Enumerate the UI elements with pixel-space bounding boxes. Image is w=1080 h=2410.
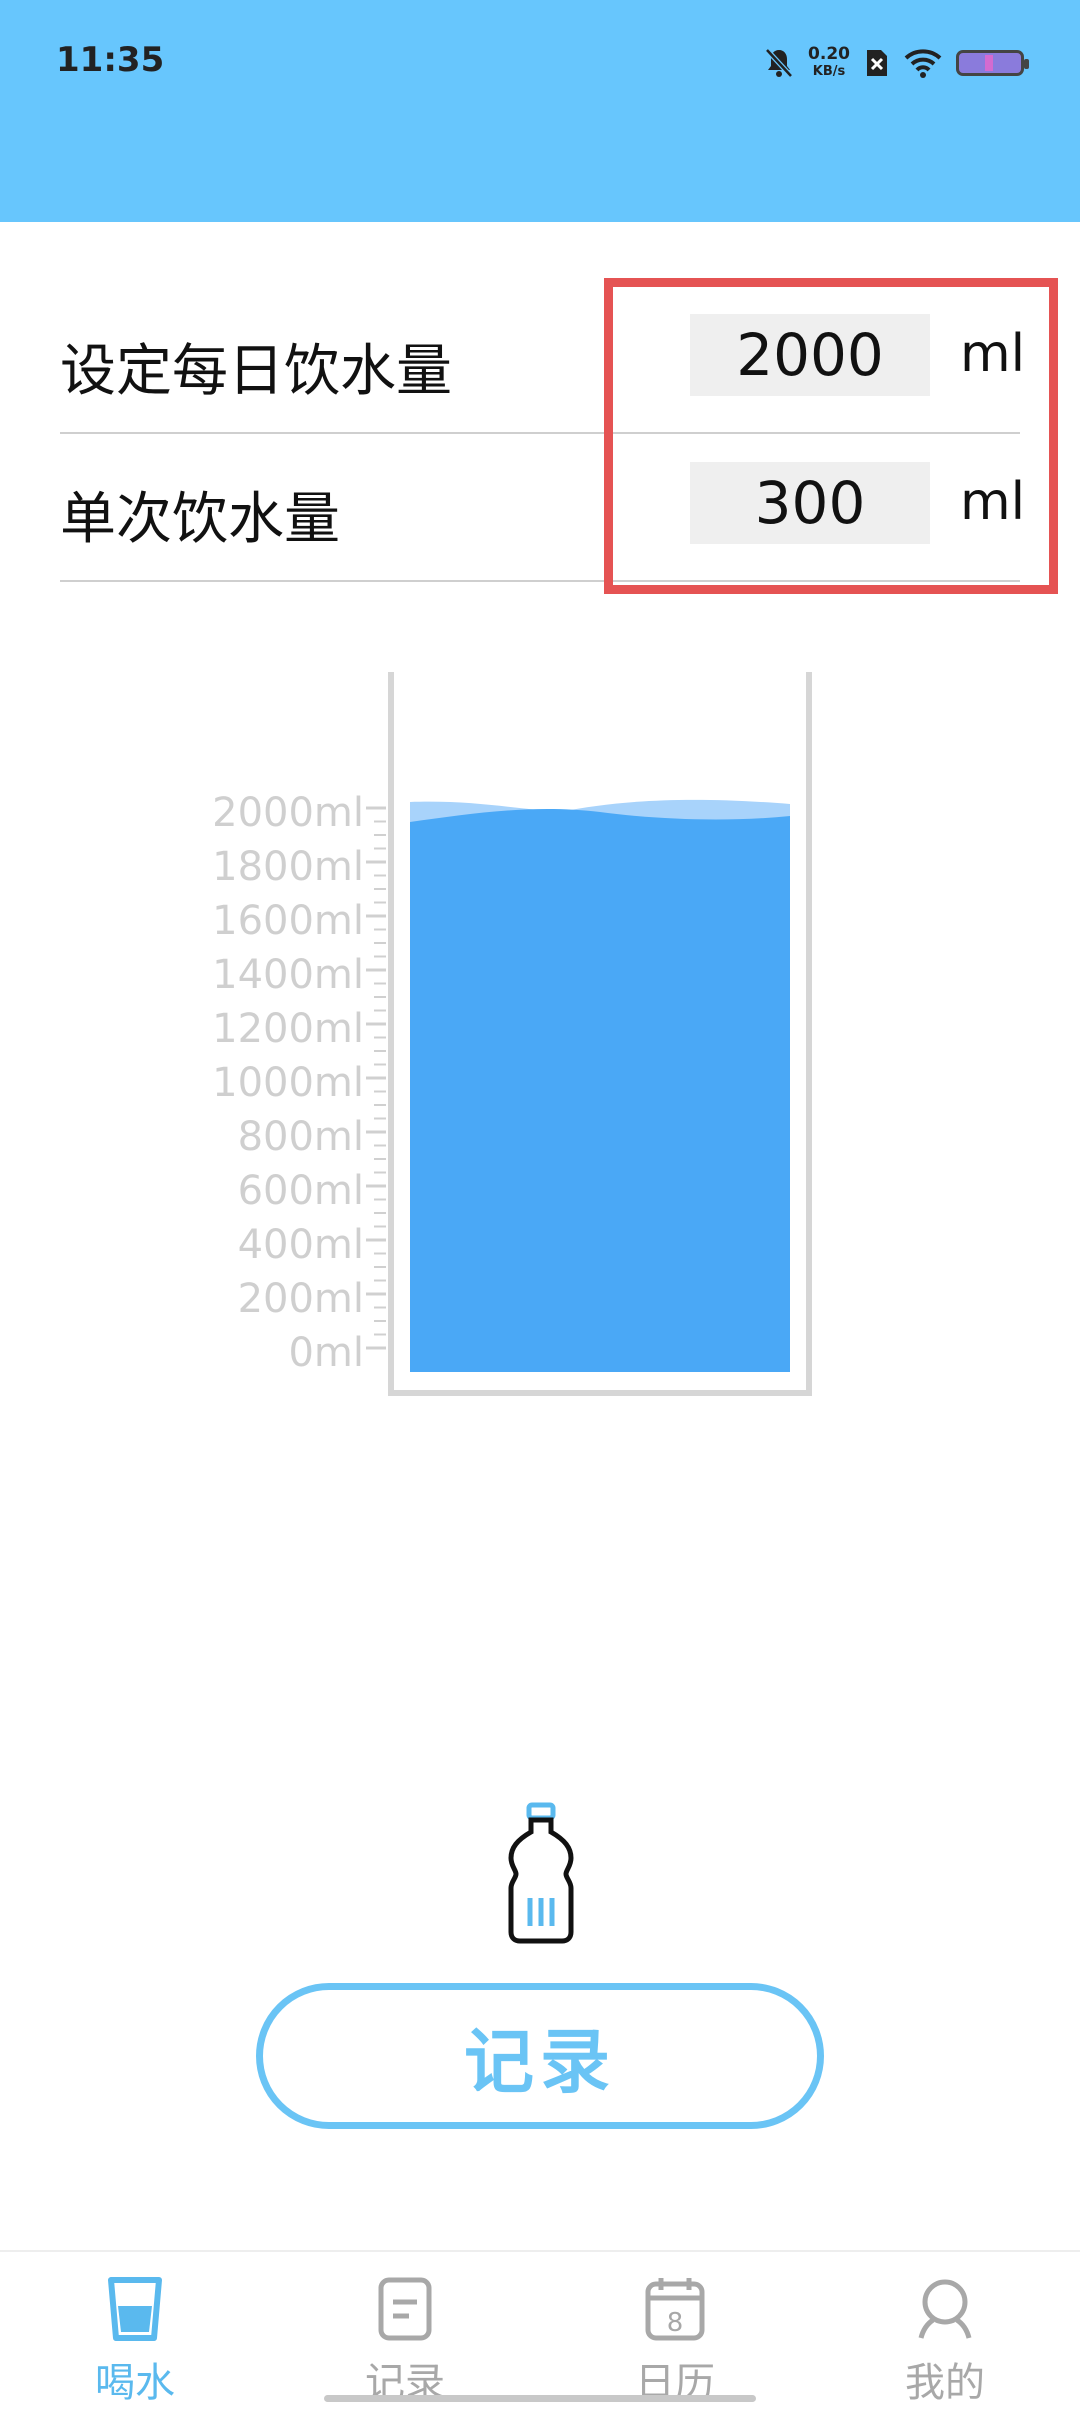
nav-item-drink[interactable]: 喝水 [45, 2276, 225, 2408]
scale-label-2000: 2000ml [212, 790, 364, 836]
daily-intake-label: 设定每日饮水量 [60, 339, 452, 404]
nav-label-drink: 喝水 [95, 2360, 175, 2406]
scale-label-1600: 1600ml [212, 898, 364, 944]
home-indicator[interactable] [324, 2395, 756, 2402]
scale-label-600: 600ml [237, 1168, 364, 1214]
cup-icon [108, 2277, 162, 2341]
nav-item-calendar[interactable]: 8 日历 [585, 2276, 765, 2408]
bell-muted-icon [765, 48, 793, 78]
scale-label-1200: 1200ml [212, 1006, 364, 1052]
network-speed: 0.20 KB/s [808, 44, 850, 80]
scale-ticks [366, 806, 386, 1350]
scale-label-1000: 1000ml [212, 1060, 364, 1106]
water-fill [410, 826, 790, 1372]
document-icon [378, 2277, 432, 2341]
calendar-day: 8 [667, 2308, 684, 2338]
nav-item-profile[interactable]: 我的 [855, 2276, 1035, 2408]
battery-icon [956, 50, 1029, 76]
wifi-icon [904, 49, 942, 78]
bottom-nav: 喝水 记录 8 日历 我的 [0, 2250, 1080, 2410]
scale-labels: 2000ml 1800ml 1600ml 1400ml 1200ml 1000m… [212, 790, 364, 1376]
highlight-box [604, 278, 1058, 594]
scale-label-1400: 1400ml [212, 952, 364, 998]
nav-label-profile: 我的 [905, 2360, 985, 2406]
bottle-icon [508, 1802, 574, 1944]
scale-label-0: 0ml [288, 1330, 364, 1376]
sim-icon [867, 50, 887, 76]
top-header: 11:35 0.20 KB/s [0, 0, 1080, 222]
scale-label-800: 800ml [237, 1114, 364, 1160]
status-time: 11:35 [56, 40, 165, 80]
nav-item-records[interactable]: 记录 [315, 2276, 495, 2408]
calendar-icon: 8 [645, 2278, 705, 2341]
status-icons: 0.20 KB/s [764, 40, 1029, 86]
scale-label-200: 200ml [237, 1276, 364, 1322]
single-intake-label: 单次饮水量 [60, 487, 340, 552]
scale-label-400: 400ml [237, 1222, 364, 1268]
profile-icon [918, 2279, 972, 2339]
record-button[interactable]: 记录 [256, 1983, 824, 2129]
scale-label-1800: 1800ml [212, 844, 364, 890]
